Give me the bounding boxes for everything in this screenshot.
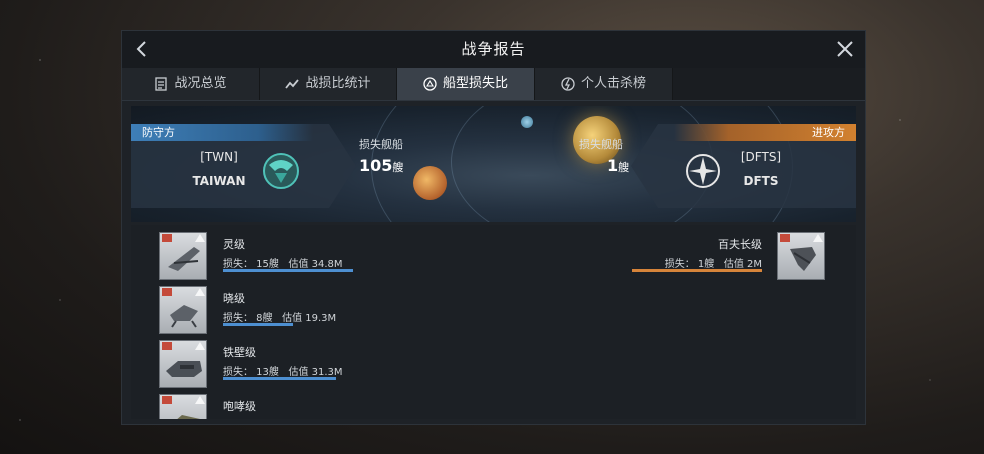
ship-loss-info: 损失： 1艘 估值 2M — [664, 259, 762, 270]
attacker-name: DFTS — [743, 174, 779, 188]
defender-loss-label: 损失舰船 — [359, 138, 403, 151]
ship-icon — [177, 415, 200, 419]
defender-name: TAIWAN — [192, 174, 246, 188]
defender-tag: 防守方 — [131, 124, 313, 141]
ship-name: 百夫长级 — [718, 238, 762, 251]
tab-overview[interactable]: 战况总览 — [122, 68, 260, 100]
close-button[interactable] — [833, 37, 857, 61]
ship-icon — [790, 247, 816, 271]
tab-bar: 战况总览 战损比统计 船型损失比 个人击杀榜 — [122, 68, 865, 101]
tab-loss-ratio-label: 战损比统计 — [305, 76, 371, 91]
ship-loss-info: 损失： 8艘 估值 19.3M — [223, 313, 337, 324]
ship-loss-list: 灵级 损失： 15艘 估值 34.8M 晓级 损失： 8艘 估值 19.3M 铁… — [131, 225, 856, 419]
attacker-loss-value: 1艘 — [607, 156, 630, 175]
title-bar: 战争报告 — [122, 31, 865, 68]
tab-kill-ranking[interactable]: 个人击杀榜 — [535, 68, 673, 100]
ship-name: 晓级 — [223, 292, 245, 305]
ship-loss-info: 损失： 13艘 估值 31.3M — [223, 367, 343, 378]
tab-ship-type-loss-label: 船型损失比 — [442, 76, 508, 91]
ship-type-icon — [423, 77, 437, 91]
kill-icon — [561, 77, 575, 91]
ship-loss-info: 损失： 15艘 估值 34.8M — [223, 259, 343, 270]
attacker-loss-label: 损失舰船 — [579, 138, 623, 151]
tab-ship-type-loss[interactable]: 船型损失比 — [397, 68, 535, 100]
defender-code: [TWN] — [200, 150, 238, 164]
ship-thumbnail[interactable] — [159, 340, 207, 388]
loss-bar — [223, 269, 353, 272]
defender-emblem — [263, 153, 299, 189]
ship-icon — [170, 305, 198, 328]
tab-loss-ratio[interactable]: 战损比统计 — [260, 68, 397, 100]
ship-thumbnail[interactable] — [159, 394, 207, 419]
ship-thumbnail[interactable] — [777, 232, 825, 280]
ship-thumbnail[interactable] — [159, 232, 207, 280]
small-planet — [521, 116, 533, 128]
war-report-panel: 战争报告 战况总览 战损比统计 船型损失比 个人击杀榜 防守方 进攻方 [TWN… — [121, 30, 866, 425]
orange-planet — [413, 166, 447, 200]
attacker-code: [DFTS] — [740, 150, 782, 164]
ship-name: 咆哮级 — [223, 400, 256, 413]
loss-bar — [632, 269, 762, 272]
ship-thumbnail[interactable] — [159, 286, 207, 334]
battle-summary-banner: 防守方 进攻方 [TWN] TAIWAN 损失舰船 105艘 损失舰船 1艘 [… — [131, 106, 856, 222]
loss-bar — [223, 323, 293, 326]
window-title: 战争报告 — [461, 40, 526, 58]
list-icon — [155, 77, 168, 91]
trend-icon — [285, 79, 300, 89]
ship-icon — [168, 247, 200, 271]
tab-overview-label: 战况总览 — [174, 76, 227, 91]
ship-icon — [166, 361, 202, 377]
attacker-tag: 进攻方 — [674, 124, 856, 141]
loss-bar — [223, 377, 336, 380]
close-icon — [837, 41, 853, 57]
defender-loss-value: 105艘 — [359, 156, 404, 175]
ship-name: 灵级 — [223, 238, 245, 251]
ship-name: 铁壁级 — [223, 346, 256, 359]
tab-kill-ranking-label: 个人击杀榜 — [580, 76, 646, 91]
attacker-emblem — [686, 154, 720, 188]
